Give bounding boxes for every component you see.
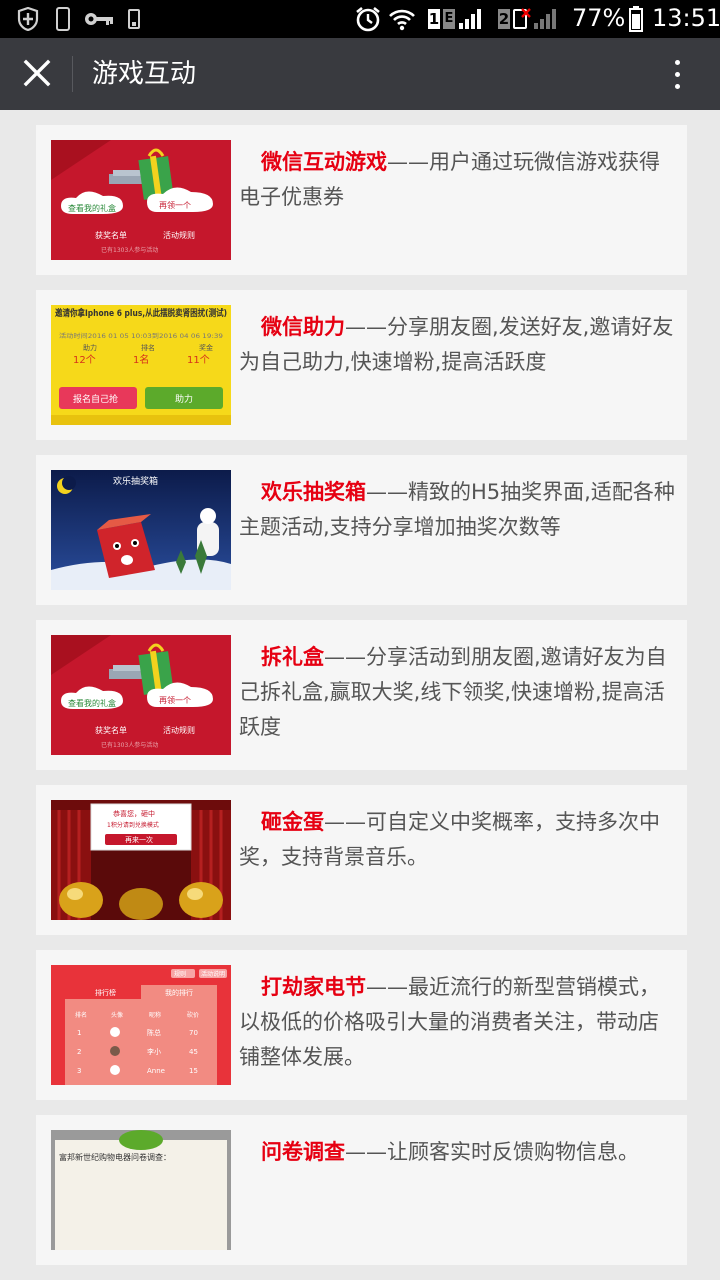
thumb-btn1: 查看我的礼盒 — [68, 203, 116, 213]
thumb-r3-val: 15 — [189, 1067, 198, 1075]
thumb-value-2: 1名 — [133, 353, 149, 366]
thumb-btn2: 助力 — [175, 393, 193, 405]
page-title: 游戏互动 — [92, 59, 197, 89]
item-title[interactable]: 拆礼盒 — [261, 645, 324, 669]
thumb-corner2: 活动说明 — [201, 970, 225, 978]
thumb-col4: 砍价 — [187, 1011, 199, 1019]
more-vertical-icon[interactable] — [662, 52, 692, 96]
item-separator: —— — [345, 315, 387, 339]
list-item[interactable]: 规则 活动说明 排行榜 我的排行 排名 头像 昵称 砍价 1 陈总 70 2 李… — [36, 950, 687, 1100]
battery-percent: 77% — [572, 4, 626, 32]
thumb-link2: 活动规则 — [163, 230, 195, 240]
thumb-sign2: 1积分请到兑换模式 — [107, 821, 159, 829]
thumbnail-help-game: 邀请你拿Iphone 6 plus,从此摆脱卖肾困扰(测试) 活动时间2016 … — [51, 305, 231, 425]
item-description: 微信互动游戏——用户通过玩微信游戏获得电子优惠券 — [239, 145, 675, 215]
thumb-btn2: 再领一个 — [159, 200, 191, 210]
thumbnail-open-gift: 查看我的礼盒 再领一个 获奖名单 活动规则 已有1303人参与活动 — [51, 635, 231, 755]
thumb-label-3: 奖金 — [199, 343, 213, 352]
item-description: 打劫家电节——最近流行的新型营销模式，以极低的价格吸引大量的消费者关注，带动店铺… — [239, 970, 675, 1075]
item-description: 微信助力——分享朋友圈,发送好友,邀请好友为自己助力,快速增粉,提高活跃度 — [239, 310, 675, 380]
thumb-r2-val: 45 — [189, 1048, 198, 1056]
list-item[interactable]: 富邦新世纪购物电器问卷调查： 问卷调查——让顾客实时反馈购物信息。 — [36, 1115, 687, 1265]
thumb-footer: 已有1303人参与活动 — [101, 246, 158, 254]
thumbnail-golden-egg: 恭喜您，砸中 1积分请到兑换模式 再来一次 — [51, 800, 231, 920]
close-icon[interactable] — [20, 56, 54, 90]
item-separator: —— — [366, 975, 408, 999]
key-icon — [84, 6, 114, 32]
item-description: 欢乐抽奖箱——精致的H5抽奖界面,适配各种主题活动,支持分享增加抽奖次数等 — [239, 475, 675, 545]
item-separator: —— — [345, 1140, 387, 1164]
item-separator: —— — [387, 150, 429, 174]
thumb-banner: 欢乐抽奖箱 — [113, 475, 158, 487]
item-description: 拆礼盒——分享活动到朋友圈,邀请好友为自己拆礼盒,赢取大奖,线下领奖,快速增粉,… — [239, 640, 675, 745]
thumb-btn1: 报名自己抢 — [73, 393, 118, 405]
thumb-heading: 邀请你拿Iphone 6 plus,从此摆脱卖肾困扰(测试) — [55, 307, 227, 319]
sim1-type: E — [443, 9, 455, 29]
thumbnail-appliance-festival: 规则 活动说明 排行榜 我的排行 排名 头像 昵称 砍价 1 陈总 70 2 李… — [51, 965, 231, 1085]
item-title[interactable]: 打劫家电节 — [261, 975, 366, 999]
thumb-col3: 昵称 — [149, 1011, 161, 1019]
thumb-col1: 排名 — [75, 1011, 87, 1019]
list-item[interactable]: 邀请你拿Iphone 6 plus,从此摆脱卖肾困扰(测试) 活动时间2016 … — [36, 290, 687, 440]
alarm-icon — [354, 6, 382, 32]
thumb-r3-rank: 3 — [77, 1067, 81, 1075]
thumb-tab1: 排行榜 — [95, 988, 116, 997]
item-description: 问卷调查——让顾客实时反馈购物信息。 — [239, 1135, 675, 1170]
item-separator: —— — [366, 480, 408, 504]
navbar: 游戏互动 — [0, 38, 720, 110]
thumb-col2: 头像 — [111, 1011, 123, 1019]
nav-divider — [72, 56, 73, 92]
list-item[interactable]: 恭喜您，砸中 1积分请到兑换模式 再来一次 砸金蛋——可自定义中奖概率，支持多次… — [36, 785, 687, 935]
thumb-value-3: 11个 — [187, 354, 210, 366]
item-title[interactable]: 问卷调查 — [261, 1140, 345, 1164]
sim1-signal-icon: 1 E — [428, 6, 488, 32]
list-item[interactable]: 查看我的礼盒 再领一个 获奖名单 活动规则 已有1303人参与活动 微信互动游戏… — [36, 125, 687, 275]
shield-icon — [16, 6, 40, 32]
item-title[interactable]: 微信互动游戏 — [261, 150, 387, 174]
thumb-r1-val: 70 — [189, 1029, 198, 1037]
thumb-r1-name: 陈总 — [147, 1028, 161, 1037]
thumb-link1: 获奖名单 — [95, 230, 127, 240]
thumb-sign1: 恭喜您，砸中 — [113, 809, 155, 818]
thumbnail-gift-game: 查看我的礼盒 再领一个 获奖名单 活动规则 已有1303人参与活动 — [51, 140, 231, 260]
list-item[interactable]: 查看我的礼盒 再领一个 获奖名单 活动规则 已有1303人参与活动 拆礼盒——分… — [36, 620, 687, 770]
battery-icon — [628, 6, 644, 32]
thumb-r3-name: Anne — [147, 1067, 165, 1075]
thumb-footer: 已有1303人参与活动 — [101, 741, 158, 749]
phone-icon — [54, 6, 72, 32]
item-description: 砸金蛋——可自定义中奖概率，支持多次中奖，支持背景音乐。 — [239, 805, 675, 875]
thumb-label-1: 助力 — [83, 343, 97, 352]
device-icon — [126, 6, 142, 32]
status-bar: 1 E 2 77% 13:51 — [0, 0, 720, 38]
thumbnail-lottery-box: 欢乐抽奖箱 — [51, 470, 231, 590]
thumb-time: 活动时间2016 01 05 10:03到2016 04 06 19:39 — [59, 332, 223, 340]
thumb-link1: 获奖名单 — [95, 725, 127, 735]
item-separator: —— — [324, 810, 366, 834]
sim2-label: 2 — [498, 9, 510, 29]
item-title[interactable]: 欢乐抽奖箱 — [261, 480, 366, 504]
thumb-btn1: 查看我的礼盒 — [68, 698, 116, 708]
thumb-tab2: 我的排行 — [165, 988, 193, 997]
list-item[interactable]: 欢乐抽奖箱 欢乐抽奖箱——精致的H5抽奖界面,适配各种主题活动,支持分享增加抽奖… — [36, 455, 687, 605]
clock: 13:51 — [652, 4, 720, 32]
thumb-r2-name: 李小 — [147, 1047, 161, 1056]
thumb-r2-rank: 2 — [77, 1048, 81, 1056]
thumb-label-2: 排名 — [141, 343, 155, 352]
thumb-corner1: 规则 — [174, 970, 186, 978]
sim2-signal-icon: 2 — [498, 6, 564, 32]
item-separator: —— — [324, 645, 366, 669]
game-list: 查看我的礼盒 再领一个 获奖名单 活动规则 已有1303人参与活动 微信互动游戏… — [36, 125, 687, 1280]
thumb-value-1: 12个 — [73, 354, 96, 366]
wifi-icon — [388, 6, 416, 32]
thumb-btn: 再来一次 — [125, 835, 153, 844]
item-title[interactable]: 砸金蛋 — [261, 810, 324, 834]
item-text: 让顾客实时反馈购物信息。 — [387, 1140, 639, 1164]
item-title[interactable]: 微信助力 — [261, 315, 345, 339]
thumb-btn2: 再领一个 — [159, 695, 191, 705]
thumbnail-survey: 富邦新世纪购物电器问卷调查： — [51, 1130, 231, 1250]
thumb-link2: 活动规则 — [163, 725, 195, 735]
thumb-line1: 富邦新世纪购物电器问卷调查： — [59, 1152, 171, 1162]
sim1-label: 1 — [428, 9, 440, 29]
thumb-r1-rank: 1 — [77, 1029, 81, 1037]
